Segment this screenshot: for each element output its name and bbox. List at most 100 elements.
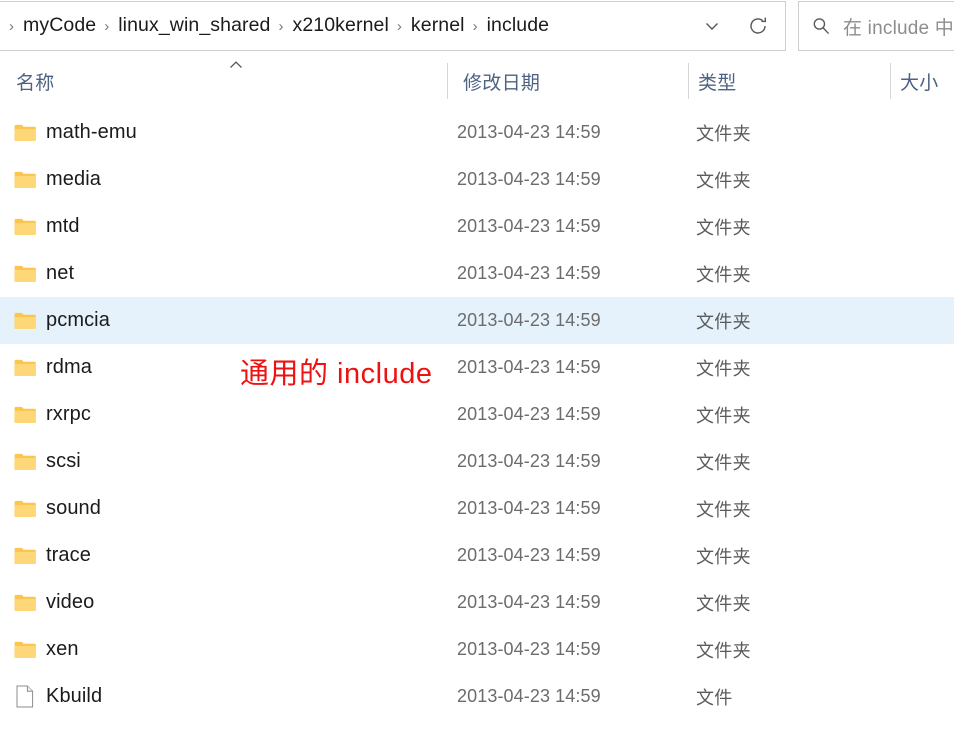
file-row[interactable]: mtd 2013-04-23 14:59 文件夹 [0,203,954,250]
breadcrumb-separator: › [396,17,402,35]
file-row[interactable]: rxrpc 2013-04-23 14:59 文件夹 [0,391,954,438]
file-name-cell[interactable]: scsi [0,438,447,485]
file-row[interactable]: video 2013-04-23 14:59 文件夹 [0,579,954,626]
file-size-cell [890,579,954,626]
file-date-cell: 2013-04-23 14:59 [457,169,601,189]
file-date-cell: 2013-04-23 14:59 [457,686,601,706]
search-input[interactable]: 在 include 中 [843,13,954,40]
file-type-cell: 文件夹 [696,405,751,426]
breadcrumb-separator: › [104,17,110,35]
breadcrumb-separator: › [9,17,14,35]
file-name-cell[interactable]: net [0,250,447,297]
file-name-cell[interactable]: trace [0,532,447,579]
file-date-cell: 2013-04-23 14:59 [457,451,601,471]
folder-icon [14,498,36,520]
file-row[interactable]: pcmcia 2013-04-23 14:59 文件夹 [0,297,954,344]
file-date-cell: 2013-04-23 14:59 [457,216,601,236]
file-type-cell: 文件夹 [696,452,751,473]
file-name-cell[interactable]: math-emu [0,109,447,156]
file-name-label: Kbuild [46,685,103,707]
file-type-cell: 文件夹 [696,217,751,238]
file-row[interactable]: sound 2013-04-23 14:59 文件夹 [0,485,954,532]
address-bar[interactable]: › myCode › linux_win_shared › x210kernel › kern… [0,1,786,51]
file-name-label: rxrpc [46,403,91,425]
file-name-label: rdma [46,356,92,378]
folder-icon [14,592,36,614]
file-name-cell[interactable]: video [0,579,447,626]
folder-icon [14,404,36,426]
file-name-label: net [46,262,75,284]
file-name-cell[interactable]: xen [0,626,447,673]
file-name-cell[interactable]: mtd [0,203,447,250]
file-row[interactable]: xen 2013-04-23 14:59 文件夹 [0,626,954,673]
file-name-label: mtd [46,215,80,237]
file-size-cell [890,297,954,344]
file-row[interactable]: Kbuild 2013-04-23 14:59 文件 [0,673,954,720]
file-name-cell[interactable]: Kbuild [0,673,447,720]
file-type-cell: 文件夹 [696,358,751,379]
file-type-cell: 文件夹 [696,311,751,332]
file-name-cell[interactable]: rdma [0,344,447,391]
file-name-cell[interactable]: pcmcia [0,297,447,344]
breadcrumb-item-kernel[interactable]: kernel [409,13,467,39]
file-row[interactable]: math-emu 2013-04-23 14:59 文件夹 [0,109,954,156]
breadcrumb-separator: › [472,17,478,35]
file-name-label: sound [46,497,101,519]
file-date-cell: 2013-04-23 14:59 [457,357,601,377]
file-name-cell[interactable]: rxrpc [0,391,447,438]
file-size-cell [890,485,954,532]
column-header-name[interactable]: 名称 [0,53,447,109]
column-header-size[interactable]: 大小 [890,53,954,109]
file-row[interactable]: scsi 2013-04-23 14:59 文件夹 [0,438,954,485]
column-header-row: 名称 修改日期 类型 大小 [0,53,954,109]
file-name-label: scsi [46,450,81,472]
file-row[interactable]: net 2013-04-23 14:59 文件夹 [0,250,954,297]
breadcrumb-item-x210kernel[interactable]: x210kernel [291,13,391,39]
file-list[interactable]: math-emu 2013-04-23 14:59 文件夹 media 2013-04-… [0,109,954,730]
column-header-type[interactable]: 类型 [688,53,890,109]
file-date-cell: 2013-04-23 14:59 [457,404,601,424]
folder-icon [14,216,36,238]
folder-icon [14,169,36,191]
file-size-cell [890,626,954,673]
file-type-cell: 文件夹 [696,546,751,567]
file-size-cell [890,250,954,297]
chevron-down-icon[interactable] [699,13,725,39]
file-name-label: trace [46,544,91,566]
folder-icon [14,263,36,285]
file-size-cell [890,673,954,720]
refresh-icon[interactable] [745,13,771,39]
file-date-cell: 2013-04-23 14:59 [457,310,601,330]
folder-icon [14,545,36,567]
file-date-cell: 2013-04-23 14:59 [457,592,601,612]
explorer-toolbar: › myCode › linux_win_shared › x210kernel › kern… [0,0,954,53]
file-row[interactable]: media 2013-04-23 14:59 文件夹 [0,156,954,203]
file-type-cell: 文件夹 [696,593,751,614]
file-type-cell: 文件夹 [696,640,751,661]
file-size-cell [890,344,954,391]
file-size-cell [890,109,954,156]
search-icon [799,16,843,36]
file-date-cell: 2013-04-23 14:59 [457,122,601,142]
file-type-cell: 文件夹 [696,123,751,144]
column-header-date-modified[interactable]: 修改日期 [447,53,688,109]
file-row[interactable]: rdma 2013-04-23 14:59 文件夹 [0,344,954,391]
address-bar-actions [699,13,785,39]
breadcrumb-item-include[interactable]: include [485,13,552,39]
search-box[interactable]: 在 include 中 [798,1,954,51]
file-type-cell: 文件夹 [696,499,751,520]
file-name-label: math-emu [46,121,137,143]
folder-icon [14,357,36,379]
breadcrumb-item-linux-win-shared[interactable]: linux_win_shared [116,13,272,39]
file-name-cell[interactable]: sound [0,485,447,532]
file-name-cell[interactable]: media [0,156,447,203]
file-name-label: video [46,591,95,613]
file-name-label: xen [46,638,79,660]
file-row[interactable]: trace 2013-04-23 14:59 文件夹 [0,532,954,579]
file-size-cell [890,203,954,250]
file-date-cell: 2013-04-23 14:59 [457,498,601,518]
breadcrumb-item-mycode[interactable]: myCode [21,13,98,39]
file-type-cell: 文件 [696,687,733,708]
caret-up-icon [228,58,244,70]
breadcrumb[interactable]: › myCode › linux_win_shared › x210kernel › kern… [0,13,699,39]
